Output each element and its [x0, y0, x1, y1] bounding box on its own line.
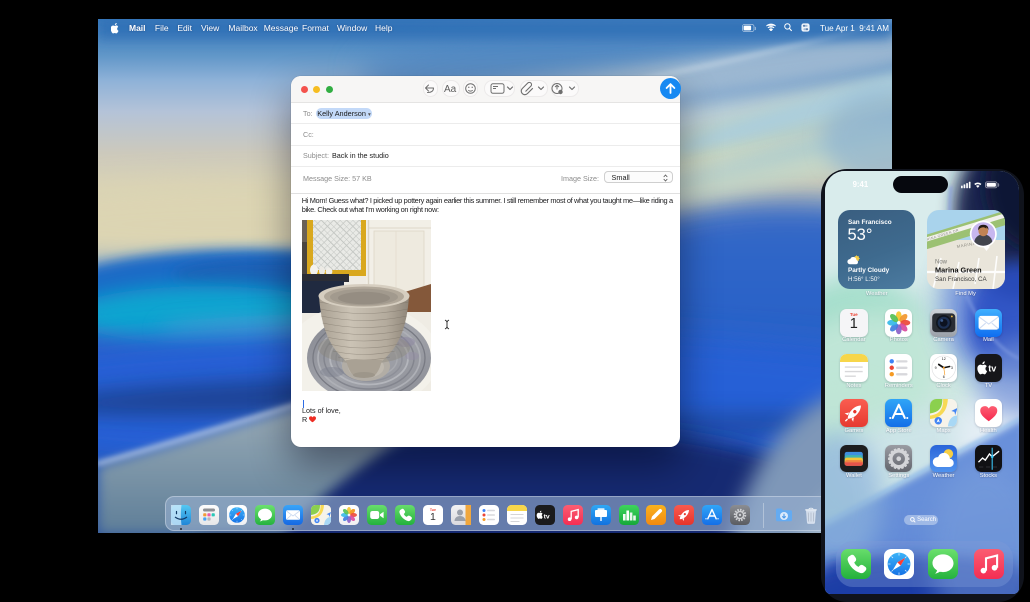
- svg-text:San Francisco, CA: San Francisco, CA: [935, 276, 987, 283]
- svg-text:3: 3: [951, 366, 953, 370]
- svg-text:6: 6: [943, 375, 945, 379]
- svg-text:Aa: Aa: [444, 84, 457, 95]
- svg-text:12: 12: [942, 357, 946, 361]
- svg-text:tv: tv: [543, 513, 549, 520]
- svg-text:Marina Green: Marina Green: [935, 266, 982, 275]
- svg-text:tv: tv: [988, 364, 996, 374]
- svg-text:9: 9: [934, 366, 936, 370]
